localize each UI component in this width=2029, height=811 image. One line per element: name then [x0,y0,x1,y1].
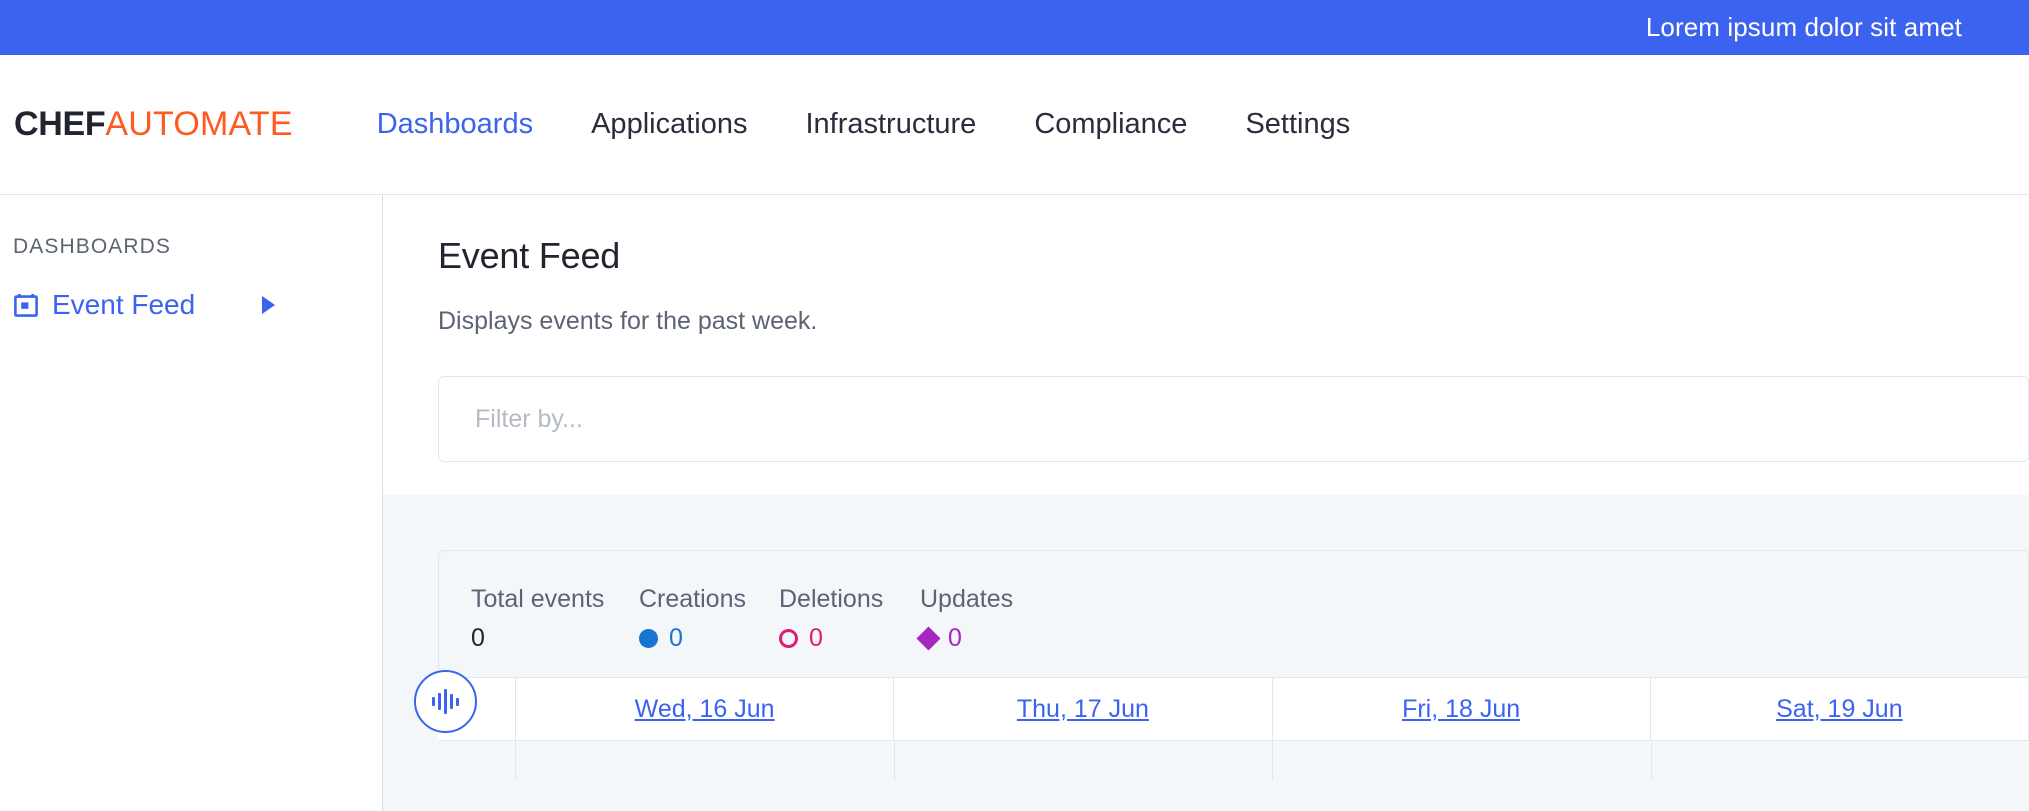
nav-item-compliance[interactable]: Compliance [1005,108,1216,141]
stat-deletions: Deletions 0 [779,585,920,653]
nav-item-infrastructure[interactable]: Infrastructure [776,108,1005,141]
sidebar-item-label: Event Feed [52,289,195,321]
stat-value-row: 0 [471,624,639,653]
timeline-date-link[interactable]: Fri, 18 Jun [1402,695,1520,724]
main-navigation-bar: CHEFAUTOMATE Dashboards Applications Inf… [0,55,2029,195]
stat-value-row: 0 [639,624,779,653]
stat-value-row: 0 [920,624,1013,653]
event-stats-card: Total events 0 Creations 0 Deletion [438,550,2029,677]
timeline-lane-cell [1651,741,2029,781]
nav-item-list: Dashboards Applications Infrastructure C… [348,108,1380,141]
stat-label: Total events [471,585,639,614]
chevron-right-icon[interactable] [262,296,275,314]
timeline-lane-spacer [438,741,515,781]
page-title: Event Feed [438,235,2029,277]
sidebar-section-heading: DASHBOARDS [0,235,382,259]
stat-label: Creations [639,585,779,614]
announcement-banner-text: Lorem ipsum dolor sit amet [1646,12,1962,43]
main-content: Event Feed Displays events for the past … [383,195,2029,811]
waveform-icon [432,689,459,715]
nav-item-applications[interactable]: Applications [562,108,776,141]
deletion-marker-icon [779,629,798,648]
timeline-lane-cell [894,741,1273,781]
logo-secondary-text: AUTOMATE [105,105,292,144]
timeline-date-link[interactable]: Wed, 16 Jun [635,695,775,724]
stat-total-events: Total events 0 [471,585,639,653]
timeline-date-strip: Wed, 16 Jun Thu, 17 Jun Fri, 18 Jun Sat,… [438,677,2029,741]
stat-value-row: 0 [779,624,920,653]
announcement-banner: Lorem ipsum dolor sit amet [0,0,2029,55]
filter-input[interactable] [475,405,2028,434]
stat-value: 0 [809,624,823,653]
timeline-date-link[interactable]: Thu, 17 Jun [1017,695,1149,724]
timeline-date-cell[interactable]: Fri, 18 Jun [1272,677,1650,741]
stat-creations: Creations 0 [639,585,779,653]
stat-value: 0 [471,624,485,653]
timeline-date-cell[interactable]: Wed, 16 Jun [515,677,893,741]
nav-item-dashboards[interactable]: Dashboards [348,108,562,141]
content-header: Event Feed Displays events for the past … [383,195,2029,462]
sidebar-item-event-feed[interactable]: Event Feed [0,283,382,327]
chef-automate-logo[interactable]: CHEFAUTOMATE [14,105,293,144]
update-marker-icon [916,626,940,650]
timeline-date-cell[interactable]: Thu, 17 Jun [893,677,1271,741]
calendar-icon [13,292,39,318]
page-subtitle: Displays events for the past week. [438,307,2029,336]
pulse-button-cell [438,677,515,741]
event-pulse-button[interactable] [414,670,477,733]
sidebar: DASHBOARDS Event Feed [0,195,383,811]
creation-marker-icon [639,629,658,648]
timeline-lane-row [438,741,2029,781]
timeline-lane-cell [1272,741,1651,781]
event-stats-row: Total events 0 Creations 0 Deletion [471,585,2028,653]
event-feed-panel: Total events 0 Creations 0 Deletion [383,495,2029,811]
page-body: DASHBOARDS Event Feed Event Feed Display… [0,195,2029,811]
stat-value: 0 [669,624,683,653]
timeline-date-link[interactable]: Sat, 19 Jun [1776,695,1902,724]
timeline-date-cell[interactable]: Sat, 19 Jun [1650,677,2029,741]
stat-value: 0 [948,624,962,653]
filter-box[interactable] [438,376,2029,462]
nav-item-settings[interactable]: Settings [1216,108,1379,141]
stat-updates: Updates 0 [920,585,1013,653]
logo-primary-text: CHEF [14,105,105,144]
stat-label: Deletions [779,585,920,614]
stat-label: Updates [920,585,1013,614]
timeline-lane-cell [515,741,894,781]
